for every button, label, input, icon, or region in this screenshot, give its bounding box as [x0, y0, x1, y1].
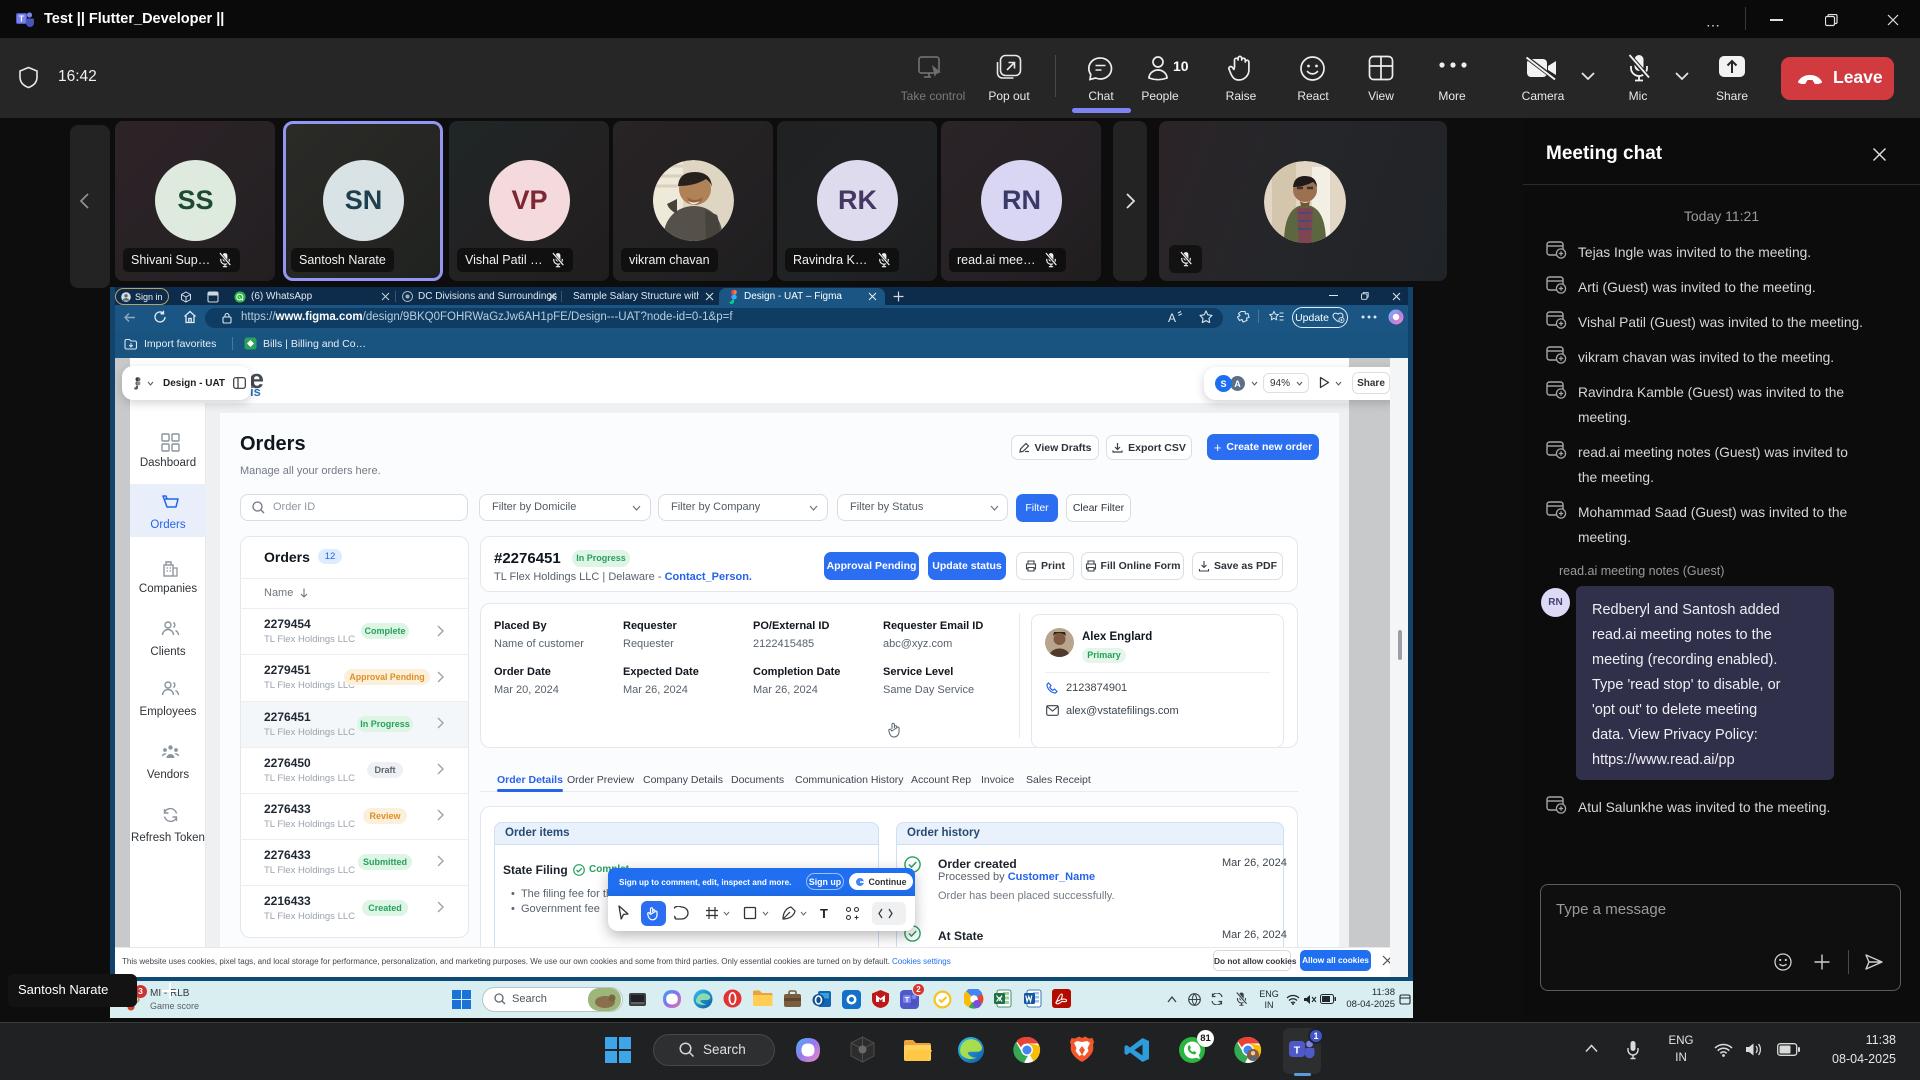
- svg-text:T: T: [1294, 1045, 1301, 1057]
- svg-text:A: A: [1168, 311, 1176, 324]
- svg-text:T: T: [905, 995, 910, 1004]
- svg-text:T: T: [19, 15, 24, 24]
